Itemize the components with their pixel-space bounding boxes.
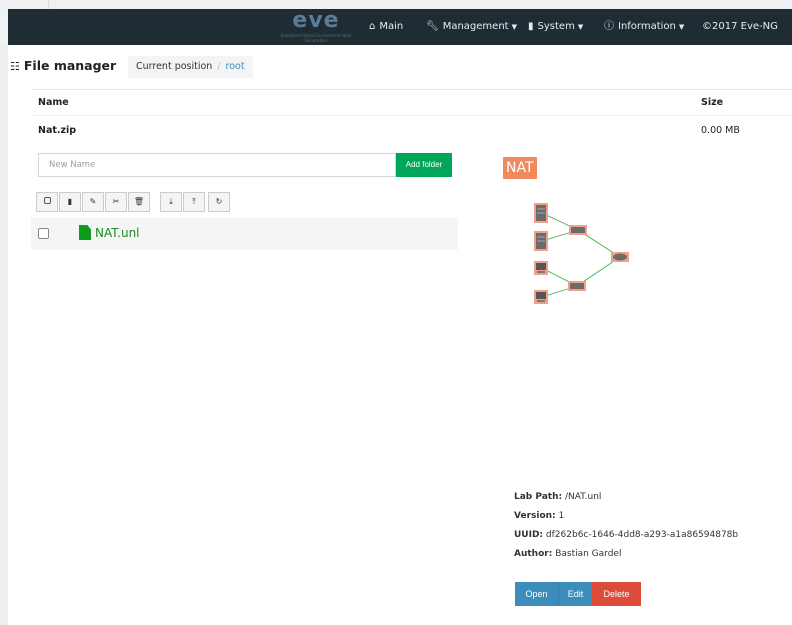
refresh-button[interactable]: ↻	[208, 192, 230, 212]
upload-icon: ⤒	[192, 197, 196, 206]
clipboard-item-name[interactable]: Nat.zip	[38, 125, 76, 136]
delete-lab-button[interactable]: Delete	[592, 582, 641, 606]
add-folder-button[interactable]: Add folder	[396, 153, 452, 177]
chevron-down-icon: ▼	[678, 23, 685, 31]
export-button[interactable]: ⤒	[183, 192, 205, 212]
nav-copyright[interactable]: ©2017 Eve-NG	[702, 9, 778, 45]
navbar: eve Emulated Virtual Environment Next Ge…	[8, 9, 792, 45]
lab-author-value: Bastian Gardel	[555, 549, 622, 559]
lab-version-value: 1	[558, 511, 565, 521]
lab-uuid-value: df262b6c-1646-4dd8-a293-a1a86594878b	[545, 530, 739, 540]
nav-main[interactable]: ⌂ Main	[369, 9, 403, 45]
logo-tagline: Emulated Virtual Environment Next Genera…	[280, 33, 352, 43]
nav-management[interactable]: 🔧︎ Management ▼	[426, 9, 517, 45]
chevron-down-icon: ▼	[511, 23, 517, 31]
nav-information-label: Information	[618, 21, 676, 32]
trash-icon: 🗑︎	[133, 197, 145, 206]
table-header-divider	[31, 115, 792, 116]
sitemap-icon: ☷	[10, 60, 20, 73]
lab-path: Lab Path: /NAT.unl	[514, 491, 601, 503]
clipboard-item-size: 0.00 MB	[701, 125, 740, 136]
page-title: ☷ File manager	[10, 57, 116, 76]
checkbox-icon	[43, 197, 51, 204]
chevron-down-icon: ▼	[577, 23, 584, 31]
file-icon: ▮	[67, 197, 73, 206]
server-node-icon	[534, 203, 548, 223]
lab-uuid: UUID: df262b6c-1646-4dd8-a293-a1a8659487…	[514, 529, 738, 541]
router-node-icon	[611, 252, 629, 262]
lab-version: Version: 1	[514, 510, 564, 522]
lab-uuid-label: UUID:	[514, 530, 544, 540]
refresh-icon: ↻	[215, 197, 223, 206]
open-lab-button[interactable]: Open	[515, 582, 558, 606]
scissors-icon: ✂	[112, 197, 120, 206]
new-name-input[interactable]	[38, 153, 396, 177]
pc-node-icon	[534, 290, 548, 304]
file-name-link[interactable]: NAT.unl	[95, 225, 140, 241]
download-icon: ⤓	[169, 197, 173, 206]
rename-button[interactable]: ✎	[82, 192, 104, 212]
topology-preview	[534, 203, 629, 304]
page-title-text: File manager	[23, 58, 117, 73]
topology-nodes	[534, 203, 629, 304]
nav-main-label: Main	[379, 21, 404, 32]
lab-name-badge: NAT	[503, 157, 537, 179]
server-node-icon	[534, 231, 548, 251]
cut-button[interactable]: ✂	[105, 192, 127, 212]
lab-author: Author: Bastian Gardel	[514, 548, 621, 560]
nav-system[interactable]: ▮ System ▼	[528, 9, 583, 45]
info-circle-icon: ⓘ	[604, 21, 614, 32]
breadcrumb: Current position / root	[128, 56, 253, 78]
file-row-checkbox[interactable]	[38, 228, 49, 239]
breadcrumb-prefix: Current position	[136, 61, 213, 72]
file-row[interactable]: NAT.unl	[31, 218, 458, 250]
nav-management-label: Management	[442, 21, 509, 32]
book-icon: ▮	[528, 21, 534, 32]
nav-copyright-label: ©2017 Eve-NG	[702, 21, 778, 32]
wrench-icon: 🔧︎	[426, 21, 439, 32]
switch-node-icon	[568, 281, 586, 291]
nav-information[interactable]: ⓘ Information ▼	[604, 9, 684, 45]
lab-path-label: Lab Path:	[514, 492, 563, 502]
breadcrumb-root-link[interactable]: root	[226, 61, 245, 72]
file-icon	[79, 225, 91, 240]
nav-system-label: System	[537, 21, 575, 32]
lab-version-label: Version:	[514, 511, 556, 521]
sidebar-edge	[0, 45, 8, 625]
eve-logo[interactable]: eve Emulated Virtual Environment Next Ge…	[276, 9, 356, 45]
header-divider	[31, 89, 792, 90]
pc-node-icon	[534, 261, 548, 275]
breadcrumb-separator: /	[217, 61, 221, 72]
column-header-name: Name	[38, 97, 69, 108]
import-button[interactable]: ⤓	[160, 192, 182, 212]
switch-node-icon	[569, 225, 587, 235]
home-icon: ⌂	[369, 21, 376, 32]
select-all-button[interactable]	[36, 192, 58, 212]
edit-lab-button[interactable]: Edit	[558, 582, 592, 606]
lab-author-label: Author:	[514, 549, 553, 559]
pencil-icon: ✎	[89, 197, 97, 206]
logo-text: eve	[292, 8, 340, 33]
delete-button[interactable]: 🗑︎	[128, 192, 150, 212]
new-file-button[interactable]: ▮	[59, 192, 81, 212]
lab-path-value: /NAT.unl	[565, 492, 602, 502]
column-header-size: Size	[701, 97, 724, 108]
